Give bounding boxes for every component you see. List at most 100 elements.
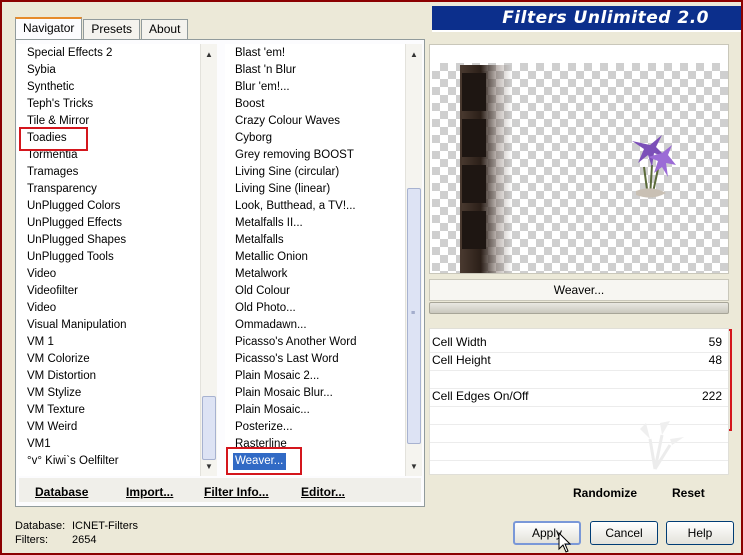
- mouse-cursor-icon: [558, 532, 571, 553]
- filter-scrollbar[interactable]: ▲ ≡ ▼: [405, 44, 422, 476]
- weave-cell: [462, 73, 486, 111]
- param-cell-edges[interactable]: Cell Edges On/Off 222: [430, 388, 728, 405]
- param-label: Cell Edges On/Off: [432, 389, 529, 403]
- import-button[interactable]: Import...: [126, 485, 173, 499]
- divider: [430, 406, 728, 407]
- category-item[interactable]: Video: [17, 266, 200, 283]
- scroll-up-icon[interactable]: ▲: [201, 46, 217, 62]
- status-value: 2654: [72, 534, 97, 546]
- divider: [430, 370, 728, 371]
- filter-item[interactable]: Cyborg: [225, 130, 405, 147]
- filter-item[interactable]: Plain Mosaic 2...: [225, 368, 405, 385]
- filter-item[interactable]: Ommadawn...: [225, 317, 405, 334]
- param-label: Cell Height: [432, 353, 491, 367]
- category-scroll-thumb[interactable]: [202, 396, 216, 460]
- filter-item[interactable]: Metalfalls: [225, 232, 405, 249]
- filter-item[interactable]: Metalwork: [225, 266, 405, 283]
- filter-item[interactable]: Plain Mosaic Blur...: [225, 385, 405, 402]
- category-item[interactable]: Videofilter: [17, 283, 200, 300]
- category-item[interactable]: VM Texture: [17, 402, 200, 419]
- reset-button[interactable]: Reset: [672, 486, 705, 500]
- filter-item[interactable]: Boost: [225, 96, 405, 113]
- category-item[interactable]: Transparency: [17, 181, 200, 198]
- filter-item[interactable]: Crazy Colour Waves: [225, 113, 405, 130]
- title-banner: Filters Unlimited 2.0: [432, 6, 741, 32]
- weave-cell: [462, 165, 486, 203]
- status-filters: Filters: 2654: [15, 534, 96, 546]
- filter-item[interactable]: Blast 'n Blur: [225, 62, 405, 79]
- filter-info-button[interactable]: Filter Info...: [204, 485, 269, 499]
- filter-item[interactable]: Posterize...: [225, 419, 405, 436]
- progress-bar: [429, 302, 729, 314]
- editor-button[interactable]: Editor...: [301, 485, 345, 499]
- highlight-toadies: [19, 127, 88, 151]
- filter-item[interactable]: Living Sine (linear): [225, 181, 405, 198]
- param-cell-width[interactable]: Cell Width 59: [430, 334, 728, 351]
- param-value: 59: [708, 335, 722, 349]
- tab-bar: Navigator Presets About: [15, 17, 189, 39]
- scroll-down-icon[interactable]: ▼: [406, 458, 422, 474]
- grip-icon: ≡: [411, 310, 416, 317]
- status-database: Database: ICNET-Filters: [15, 520, 138, 532]
- filter-item[interactable]: Picasso's Another Word: [225, 334, 405, 351]
- category-item[interactable]: VM 1: [17, 334, 200, 351]
- highlight-weaver: [226, 447, 302, 475]
- category-item[interactable]: Visual Manipulation: [17, 317, 200, 334]
- category-item[interactable]: VM Distortion: [17, 368, 200, 385]
- help-button[interactable]: Help: [666, 521, 734, 545]
- filter-item[interactable]: Living Sine (circular): [225, 164, 405, 181]
- weave-cell: [462, 211, 486, 249]
- flower-image: [632, 135, 676, 198]
- filter-item[interactable]: Grey removing BOOST: [225, 147, 405, 164]
- category-scrollbar[interactable]: ▲ ▼: [200, 44, 217, 476]
- filter-item[interactable]: Metalfalls II...: [225, 215, 405, 232]
- current-filter-name: Weaver...: [429, 279, 729, 301]
- filter-scroll-thumb[interactable]: ≡: [407, 188, 421, 444]
- param-cell-height[interactable]: Cell Height 48: [430, 352, 728, 369]
- category-item[interactable]: UnPlugged Colors: [17, 198, 200, 215]
- tab-navigator[interactable]: Navigator: [15, 17, 83, 39]
- filter-item[interactable]: Plain Mosaic...: [225, 402, 405, 419]
- status-label: Filters:: [15, 534, 48, 546]
- weave-cell: [462, 119, 486, 157]
- filter-item[interactable]: Old Photo...: [225, 300, 405, 317]
- window-title: Filters Unlimited 2.0: [502, 8, 709, 28]
- category-item[interactable]: UnPlugged Effects: [17, 215, 200, 232]
- category-list[interactable]: Special Effects 2 Sybia Synthetic Teph's Tr…: [17, 44, 200, 476]
- category-item[interactable]: Sybia: [17, 62, 200, 79]
- filter-item[interactable]: Blast 'em!: [225, 45, 405, 62]
- category-item[interactable]: Tramages: [17, 164, 200, 181]
- tab-presets[interactable]: Presets: [83, 19, 141, 39]
- filter-item[interactable]: Picasso's Last Word: [225, 351, 405, 368]
- watermark-flower-icon: [640, 421, 684, 470]
- param-value: 222: [701, 389, 722, 403]
- category-item[interactable]: VM1: [17, 436, 200, 453]
- category-item[interactable]: UnPlugged Tools: [17, 249, 200, 266]
- param-value: 48: [708, 353, 722, 367]
- category-item[interactable]: Teph's Tricks: [17, 96, 200, 113]
- category-item[interactable]: Video: [17, 300, 200, 317]
- category-item[interactable]: VM Stylize: [17, 385, 200, 402]
- preview-image: [432, 63, 728, 273]
- scroll-up-icon[interactable]: ▲: [406, 46, 422, 62]
- category-item[interactable]: VM Colorize: [17, 351, 200, 368]
- status-label: Database:: [15, 520, 66, 532]
- category-item[interactable]: Special Effects 2: [17, 45, 200, 62]
- database-button[interactable]: Database: [35, 485, 88, 499]
- category-item[interactable]: UnPlugged Shapes: [17, 232, 200, 249]
- parameters-panel: Cell Width 59 Cell Height 48 Cell Edges …: [429, 328, 729, 475]
- tab-about[interactable]: About: [141, 19, 189, 39]
- filter-item[interactable]: Look, Butthead, a TV!...: [225, 198, 405, 215]
- filter-item[interactable]: Old Colour: [225, 283, 405, 300]
- cancel-button[interactable]: Cancel: [590, 521, 658, 545]
- category-item[interactable]: VM Weird: [17, 419, 200, 436]
- category-item[interactable]: Synthetic: [17, 79, 200, 96]
- preview-panel: [429, 44, 729, 274]
- category-item[interactable]: °v° Kiwi`s Oelfilter: [17, 453, 200, 470]
- filter-item[interactable]: Blur 'em!...: [225, 79, 405, 96]
- randomize-button[interactable]: Randomize: [573, 486, 637, 500]
- filters-unlimited-window: Filters Unlimited 2.0 Navigator Presets …: [0, 0, 743, 555]
- filter-item[interactable]: Metallic Onion: [225, 249, 405, 266]
- filter-list[interactable]: Blast 'em! Blast 'n Blur Blur 'em!... Boost…: [225, 44, 405, 476]
- scroll-down-icon[interactable]: ▼: [201, 458, 217, 474]
